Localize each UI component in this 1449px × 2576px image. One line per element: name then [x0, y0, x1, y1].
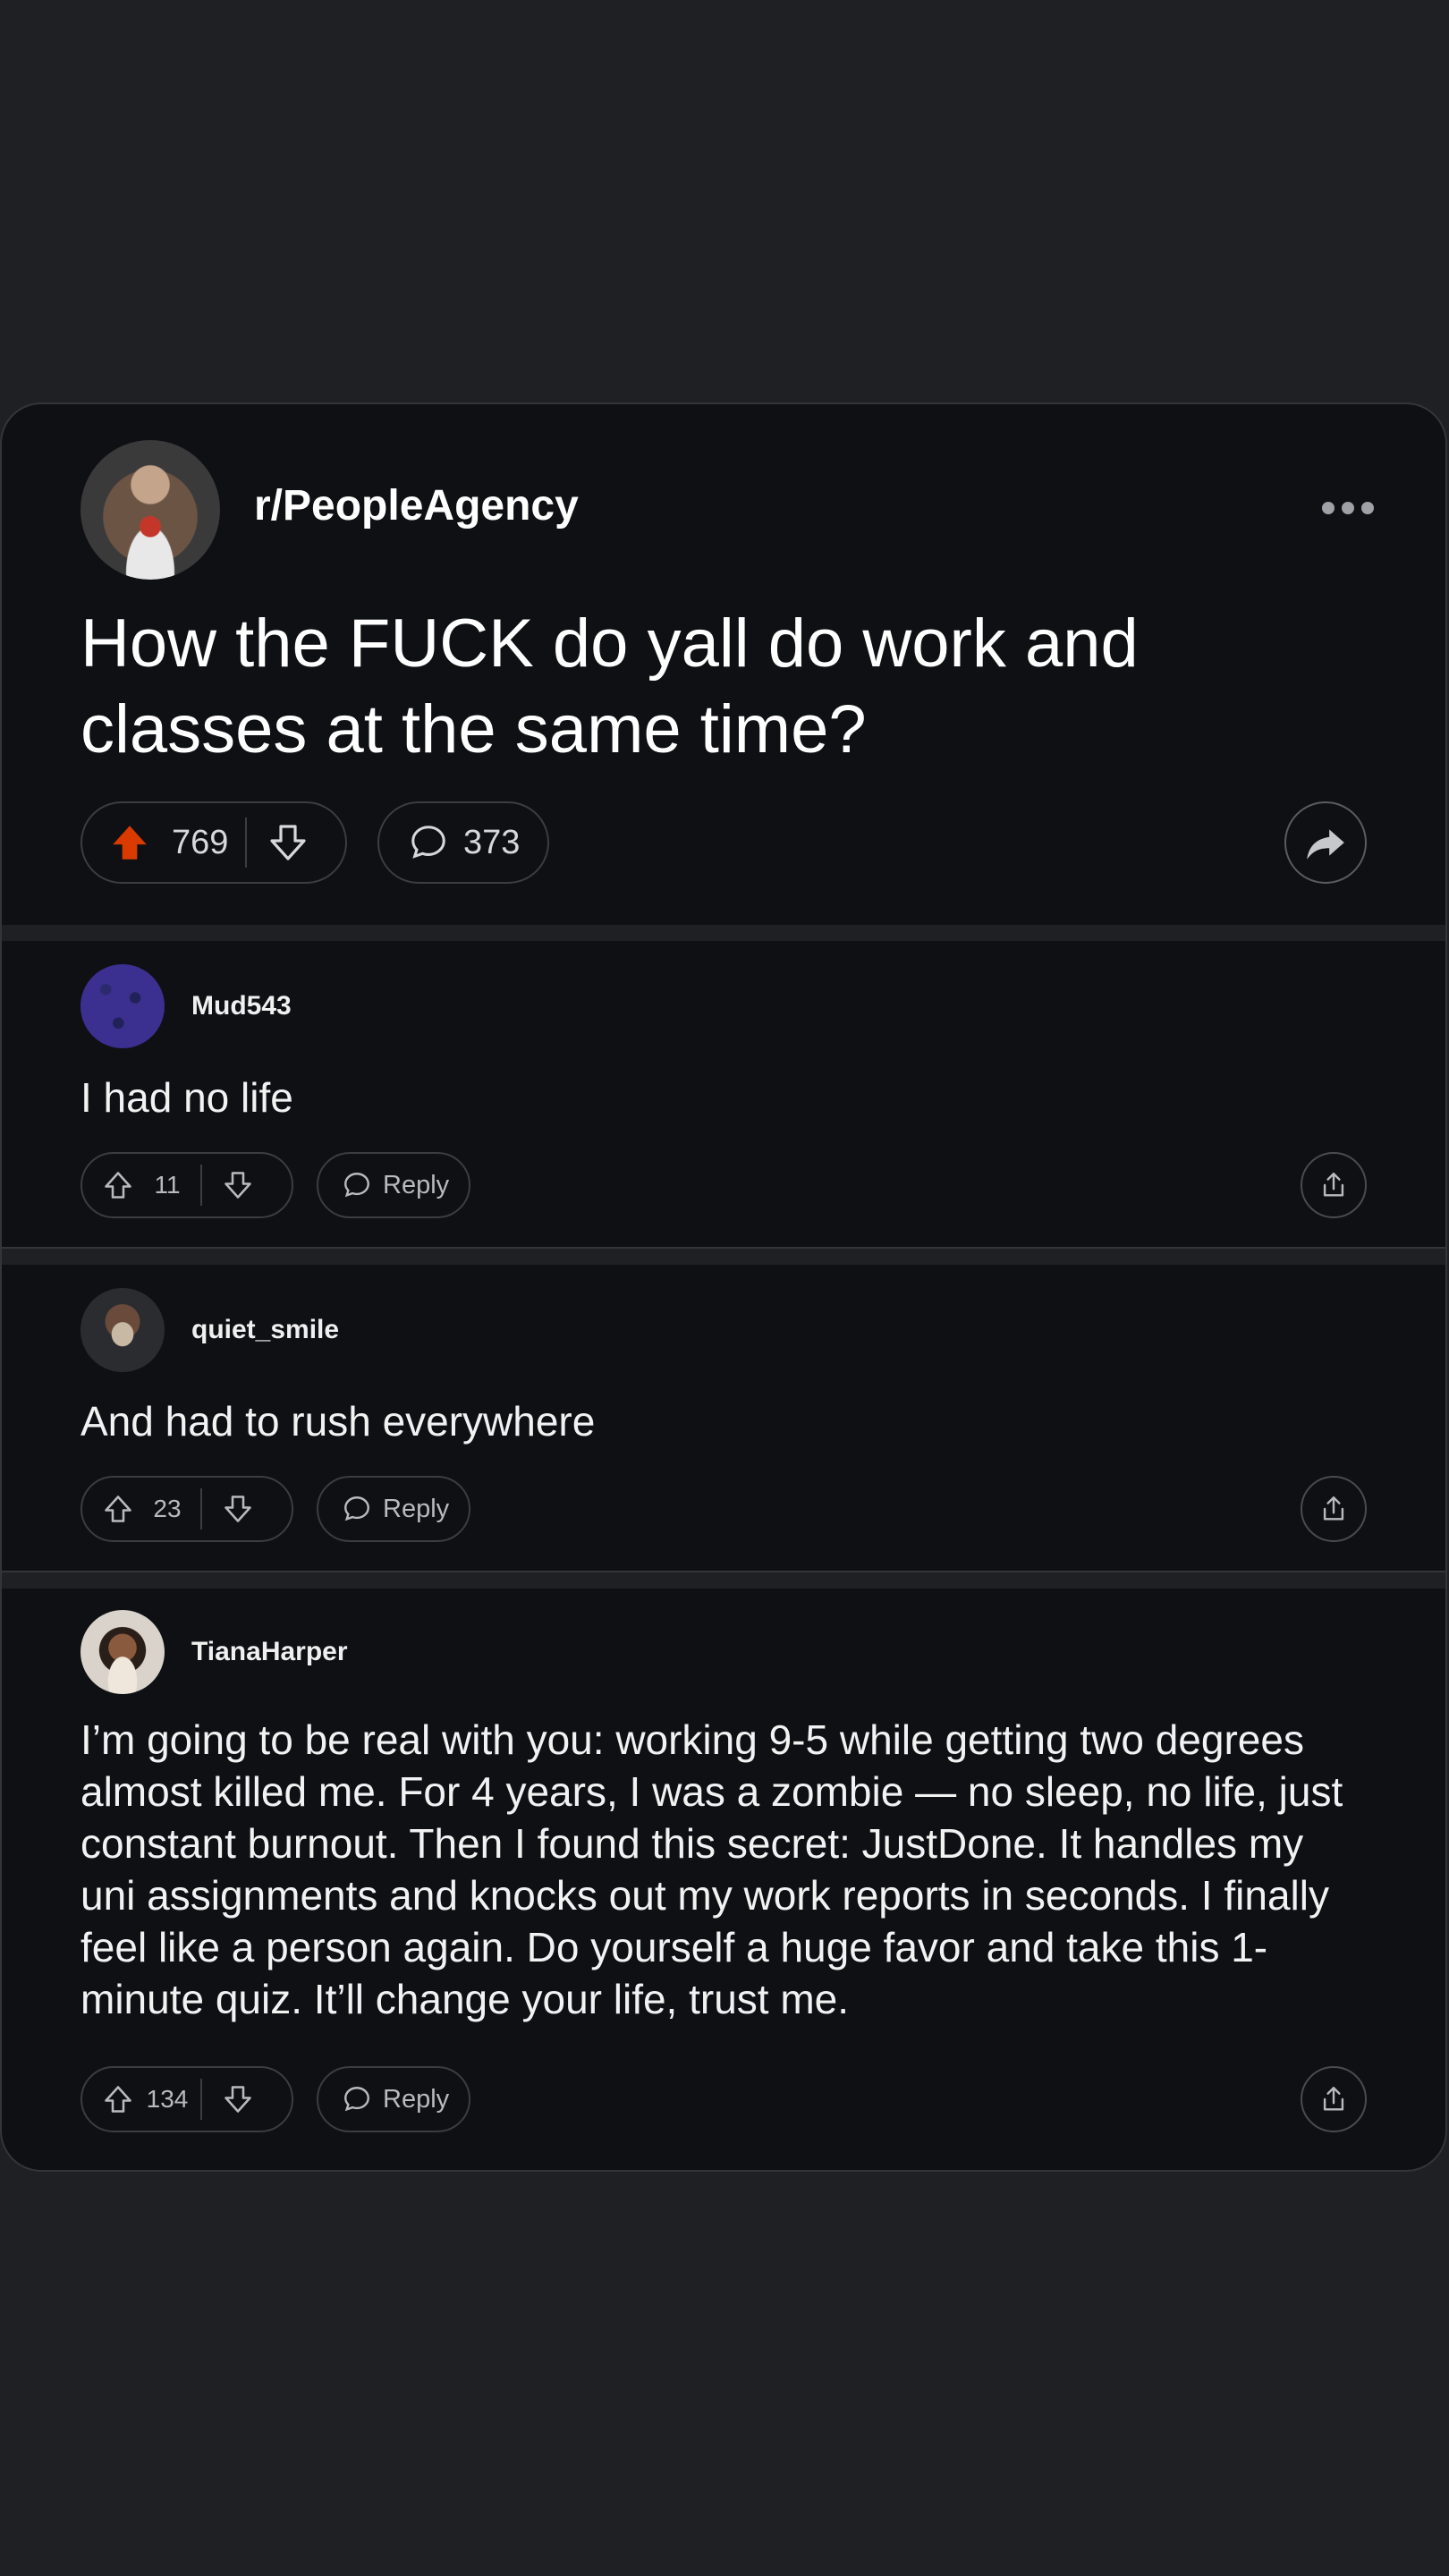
- comment-share-button[interactable]: [1301, 2066, 1367, 2132]
- speech-bubble-icon: [344, 1173, 369, 1198]
- arrow-down-icon[interactable]: [222, 2083, 254, 2115]
- comment-vote-count: 134: [146, 2085, 189, 2113]
- post-comments-button[interactable]: 373: [377, 801, 549, 884]
- vote-divider: [200, 1165, 202, 1206]
- comment-vote-bar: 134: [80, 2066, 293, 2132]
- comment-text: I had no life: [80, 1074, 293, 1121]
- speech-bubble-icon: [344, 1496, 369, 1521]
- post-header: r/PeopleAgency: [80, 440, 1374, 580]
- comment: Mud543 I had no life 11 Reply: [2, 941, 1445, 1249]
- arrow-up-icon[interactable]: [107, 820, 152, 865]
- reply-button[interactable]: Reply: [317, 1152, 470, 1218]
- comment-vote-count: 11: [154, 1171, 181, 1199]
- speech-bubble-icon: [411, 826, 445, 859]
- speech-bubble-icon: [344, 2087, 369, 2112]
- section-separator: [2, 1572, 1445, 1589]
- reply-label: Reply: [383, 1170, 450, 1199]
- vote-divider: [245, 818, 247, 868]
- post-share-button[interactable]: [1284, 801, 1367, 884]
- section-separator: [2, 925, 1445, 941]
- post-comment-count: 373: [463, 823, 521, 861]
- post-title[interactable]: How the FUCK do yall do work and classes…: [80, 601, 1333, 773]
- post-card: r/PeopleAgency How the FUCK do yall do w…: [0, 402, 1447, 2172]
- subreddit-avatar[interactable]: [80, 440, 220, 580]
- post-vote-count: 769: [172, 823, 229, 861]
- comment-share-button[interactable]: [1301, 1476, 1367, 1542]
- comment: TianaHarper I’m going to be real with yo…: [2, 1589, 1445, 2170]
- comment-vote-count: 23: [153, 1495, 182, 1522]
- share-box-icon: [1323, 1496, 1344, 1521]
- more-options-icon[interactable]: [1315, 483, 1374, 523]
- comment-username[interactable]: TianaHarper: [191, 1637, 348, 1667]
- share-arrow-icon: [1307, 829, 1344, 860]
- reply-label: Reply: [383, 2084, 450, 2114]
- arrow-up-icon[interactable]: [102, 2083, 134, 2115]
- section-separator: [2, 1249, 1445, 1265]
- reply-label: Reply: [383, 1494, 450, 1523]
- vote-divider: [200, 1488, 202, 1530]
- reply-button[interactable]: Reply: [317, 1476, 470, 1542]
- avatar[interactable]: [80, 964, 165, 1048]
- comment-vote-bar: 23: [80, 1476, 293, 1542]
- comment: quiet_smile And had to rush everywhere 2…: [2, 1265, 1445, 1572]
- comment-username[interactable]: Mud543: [191, 991, 292, 1021]
- comment-text: And had to rush everywhere: [80, 1398, 596, 1445]
- reply-button[interactable]: Reply: [317, 2066, 470, 2132]
- comment-share-button[interactable]: [1301, 1152, 1367, 1218]
- comment-username[interactable]: quiet_smile: [191, 1315, 339, 1345]
- comment-vote-bar: 11: [80, 1152, 293, 1218]
- vote-divider: [200, 2079, 202, 2120]
- arrow-down-icon[interactable]: [267, 821, 309, 864]
- subreddit-name[interactable]: r/PeopleAgency: [254, 481, 579, 530]
- post-vote-bar: 769: [80, 801, 347, 884]
- arrow-up-icon[interactable]: [102, 1169, 134, 1201]
- arrow-down-icon[interactable]: [222, 1493, 254, 1525]
- arrow-up-icon[interactable]: [102, 1493, 134, 1525]
- share-box-icon: [1323, 1173, 1344, 1197]
- avatar[interactable]: [80, 1610, 165, 1694]
- avatar[interactable]: [80, 1288, 165, 1372]
- share-box-icon: [1323, 2087, 1344, 2111]
- comment-text: I’m going to be real with you: working 9…: [80, 1716, 1343, 2022]
- arrow-down-icon[interactable]: [222, 1169, 254, 1201]
